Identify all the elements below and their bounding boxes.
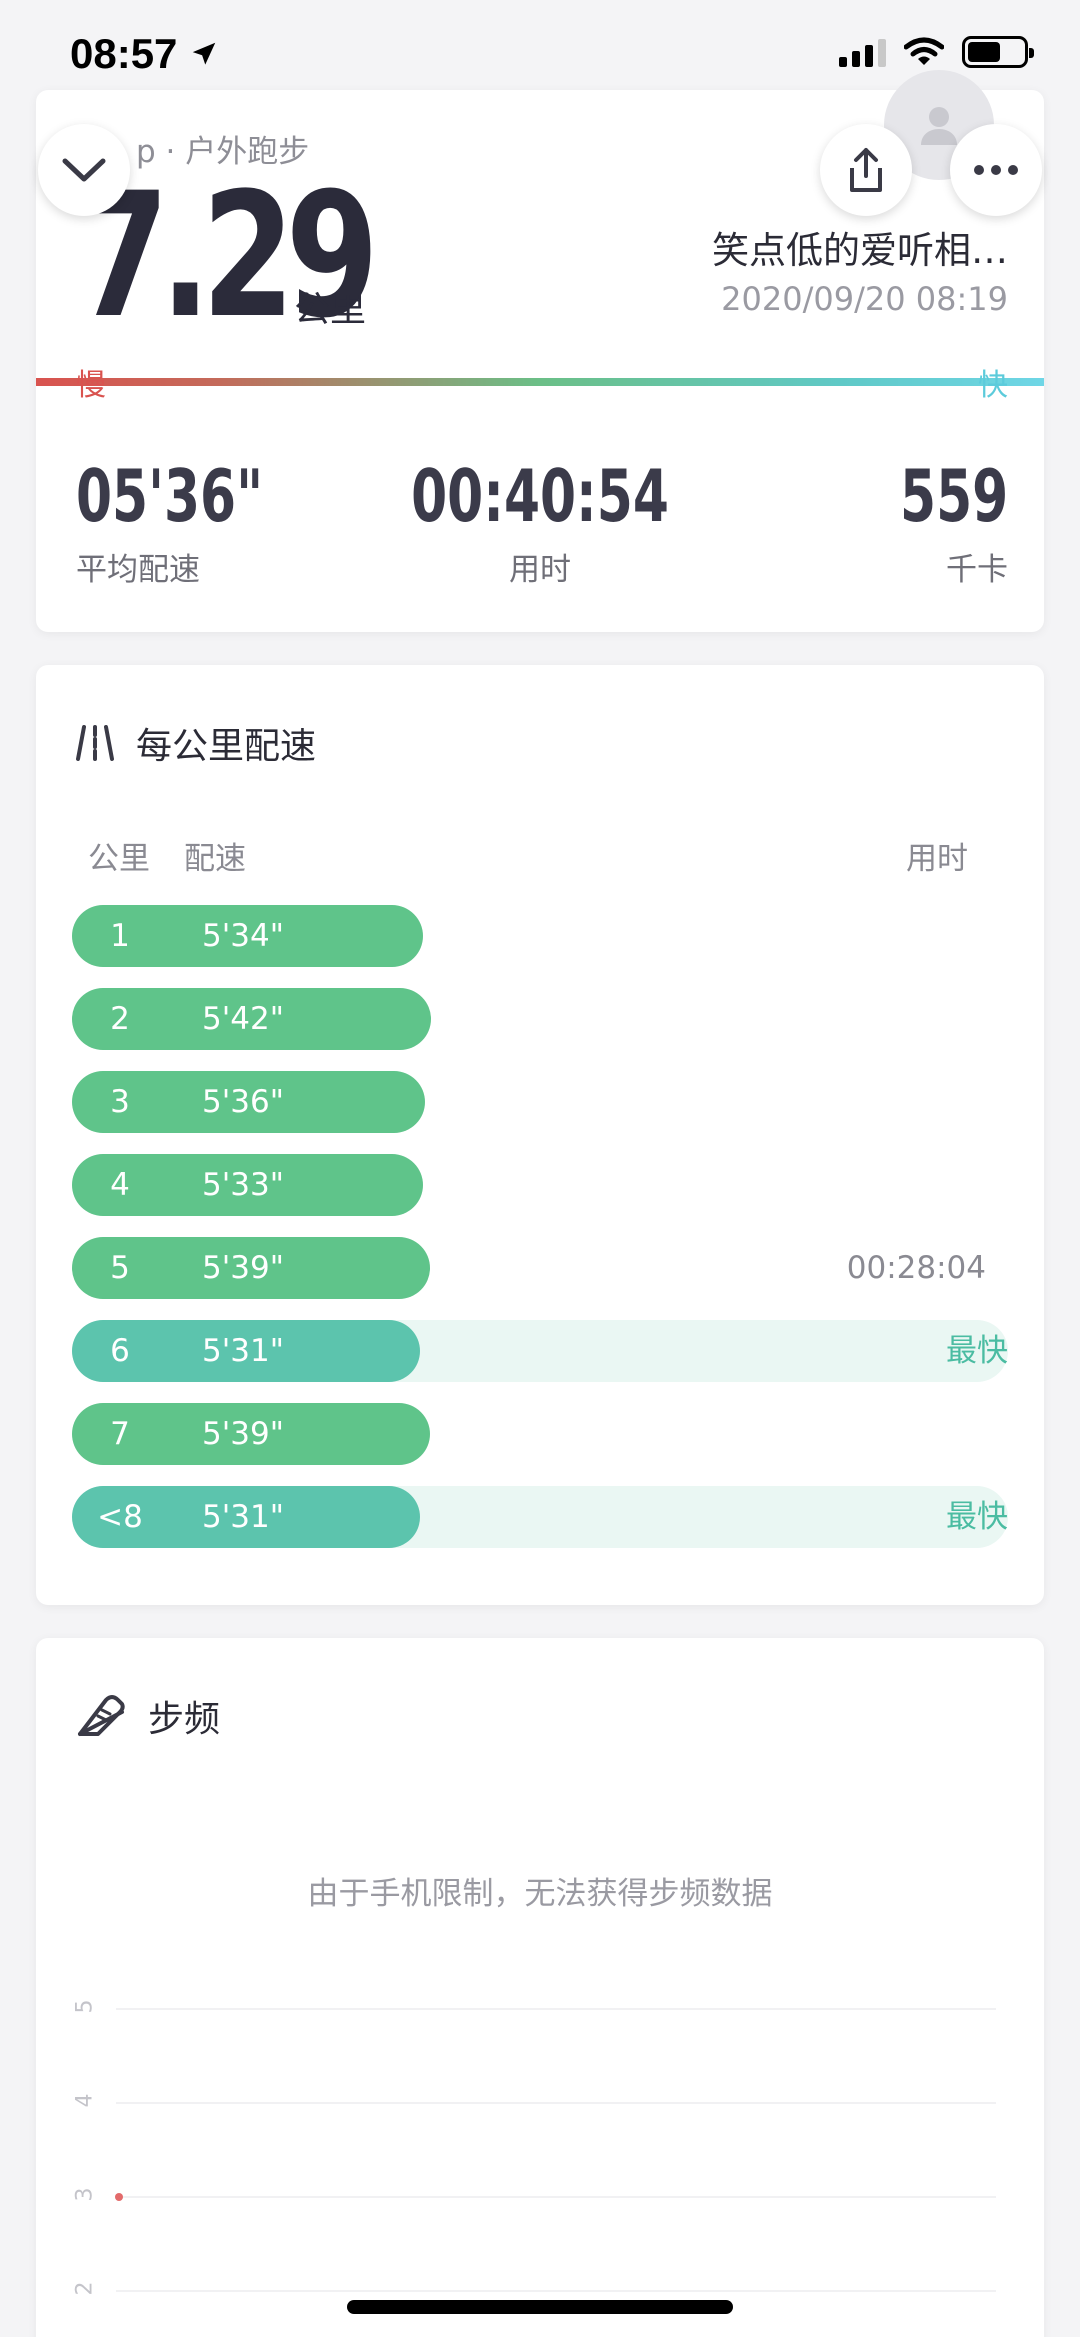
fastest-tag: 最快 — [946, 1333, 1008, 1369]
pace-rows: 1 5'34" 2 5'42" 3 5'36" 4 5'33" 5 5'39" 00:28:04 6 5… — [72, 905, 1008, 1569]
section-header: 每公里配速 — [76, 717, 316, 769]
row-km: <8 — [97, 1499, 143, 1535]
status-icons — [839, 36, 1034, 68]
share-icon — [850, 148, 882, 192]
cadence-unavailable-message: 由于手机限制，无法获得步频数据 — [307, 1876, 773, 1912]
home-indicator[interactable] — [347, 2300, 733, 2314]
row-pace: 5'36" — [202, 1084, 284, 1120]
cellular-signal-icon — [839, 37, 886, 67]
y-tick-label: 2 — [72, 2281, 98, 2296]
col-km: 公里 — [88, 841, 150, 877]
section-title: 步频 — [148, 1699, 221, 1740]
grid-line — [116, 2008, 996, 2010]
more-dots-icon — [974, 165, 1018, 175]
grid-line — [116, 2196, 996, 2198]
row-pace: 5'39" — [202, 1416, 284, 1452]
row-pace: 5'42" — [202, 1001, 284, 1037]
row-km: 3 — [110, 1084, 130, 1120]
status-time: 08:57 — [70, 30, 219, 78]
grid-line — [116, 2102, 996, 2104]
username: 笑点低的爱听相… — [712, 229, 1008, 272]
wifi-icon — [904, 37, 944, 65]
stat-value: 00:40:54 — [411, 454, 669, 538]
pace-per-km-card: 每公里配速 公里 配速 用时 1 5'34" 2 5'42" 3 5'36" 4 5'33" 5… — [36, 665, 1044, 1605]
row-pace: 5'31" — [202, 1499, 284, 1535]
row-pace: 5'33" — [202, 1167, 284, 1203]
col-time: 用时 — [906, 841, 968, 877]
pace-row: 5 5'39" 00:28:04 — [72, 1237, 1008, 1299]
pace-row: 1 5'34" — [72, 905, 1008, 967]
section-title: 每公里配速 — [136, 726, 317, 767]
row-pace: 5'39" — [202, 1250, 284, 1286]
pace-row: 2 5'42" — [72, 988, 1008, 1050]
section-header: 步频 — [76, 1690, 220, 1742]
row-pace: 5'31" — [202, 1333, 284, 1369]
clock: 08:57 — [70, 30, 178, 77]
pace-table-header: 公里 配速 用时 — [88, 833, 968, 878]
collapse-button[interactable] — [38, 124, 130, 216]
fastest-tag: 最快 — [946, 1499, 1008, 1535]
row-km: 4 — [110, 1167, 130, 1203]
row-km: 5 — [110, 1250, 130, 1286]
data-point — [115, 2193, 123, 2201]
shoe-icon — [78, 1695, 125, 1736]
user-icon — [921, 107, 957, 145]
pace-row: <8 5'31" 最快 — [72, 1486, 1008, 1548]
row-km: 1 — [110, 918, 130, 954]
row-pace: 5'34" — [202, 918, 284, 954]
location-arrow-icon — [193, 42, 216, 65]
cadence-card: 步频 由于手机限制，无法获得步频数据 5 4 3 2 — [36, 1638, 1044, 2337]
row-km: 6 — [110, 1333, 130, 1369]
more-button[interactable] — [950, 124, 1042, 216]
y-tick-label: 3 — [72, 2187, 98, 2202]
row-time: 00:28:04 — [846, 1250, 986, 1286]
pace-row: 4 5'33" — [72, 1154, 1008, 1216]
stat-label: 千卡 — [946, 552, 1008, 588]
grid-line — [116, 2290, 996, 2292]
pace-row: 7 5'39" — [72, 1403, 1008, 1465]
road-icon — [76, 725, 114, 761]
distance-unit: 公里 — [294, 289, 367, 330]
slow-label: 慢 — [76, 368, 106, 403]
y-tick-label: 5 — [72, 1999, 98, 2014]
stat-value: 559 — [899, 454, 1008, 538]
stat-calories: 559 千卡 — [873, 460, 1008, 589]
row-km: 2 — [110, 1001, 130, 1037]
battery-icon — [962, 36, 1034, 68]
col-pace: 配速 — [184, 841, 246, 877]
run-datetime: 2020/09/20 08:19 — [721, 280, 1008, 318]
fast-label: 快 — [978, 368, 1008, 403]
speed-gradient-bar — [36, 378, 1044, 386]
pace-row: 3 5'36" — [72, 1071, 1008, 1133]
share-button[interactable] — [820, 124, 912, 216]
y-tick-label: 4 — [72, 2093, 98, 2108]
chevron-down-icon — [62, 158, 106, 182]
pace-row: 6 5'31" 最快 — [72, 1320, 1008, 1382]
row-km: 7 — [110, 1416, 130, 1452]
